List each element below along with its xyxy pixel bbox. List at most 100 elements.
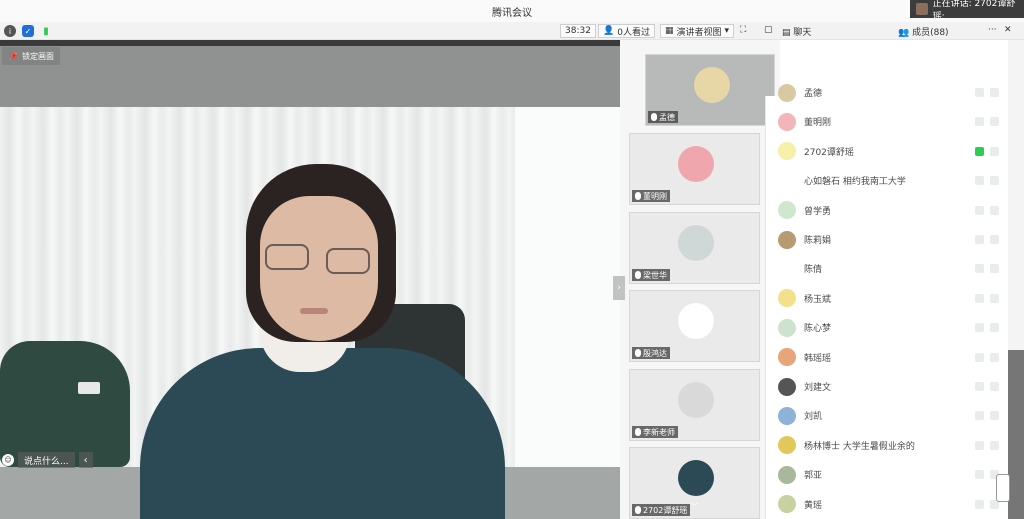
mic-status-icon[interactable] [975,176,984,186]
mic-status-icon[interactable] [975,235,984,244]
mic-status-icon[interactable] [975,293,984,303]
mic-icon [651,113,657,121]
mic-status-icon[interactable] [975,146,984,156]
camera-status-icon[interactable] [990,382,999,391]
grid-icon: ▦ [665,26,674,36]
emoji-icon[interactable]: ☺ [2,454,14,466]
mic-status-icon[interactable] [975,499,984,509]
mic-icon [635,349,641,357]
camera-status-icon[interactable] [990,293,999,303]
view-mode-button[interactable]: ▦ 演讲者视图 ▾ [660,24,735,38]
member-name: 孟德 [804,89,823,99]
mic-status-icon[interactable] [975,88,984,97]
member-row[interactable]: 陈莉娟 [766,225,1011,254]
camera-status-icon[interactable] [990,352,999,362]
member-row[interactable]: 刘建文 [766,372,1011,401]
main-video[interactable] [0,46,640,519]
camera-status-icon[interactable] [990,264,999,274]
member-row[interactable]: 杨林博士 大学生暑假业余的 [766,431,1011,460]
member-row[interactable]: 2702谭舒瑶 [766,137,1011,166]
camera-status-icon[interactable] [990,146,999,156]
side-toggle-button[interactable] [996,474,1010,502]
participant-name: 殷鸿达 [643,348,667,358]
mic-status-icon[interactable] [975,323,984,333]
member-name: 黄瑶 [804,500,823,511]
member-row[interactable]: 杨玉斌 [766,284,1011,313]
member-name: 刘凯 [804,412,823,423]
camera-status-icon[interactable] [990,205,999,215]
mic-status-icon[interactable] [975,411,984,421]
participant-name-tag: 殷鸿达 [632,347,670,359]
camera-status-icon[interactable] [990,117,999,127]
member-row[interactable]: 陈心梦 [766,313,1011,342]
participant-thumbnail[interactable]: 董明刚 [629,133,760,205]
member-row[interactable]: 刘凯 [766,401,1011,430]
pin-view-button[interactable]: 📌 锁定画面 [2,47,60,65]
member-row[interactable]: 心如磐石 相约我南工大学 [766,166,1011,195]
participant-avatar [678,225,714,261]
glasses-left [265,244,309,270]
view-mode-label: 演讲者视图 [676,27,722,38]
participant-thumbnail[interactable]: 殷鸿达 [629,290,760,362]
participant-name: 李新老师 [643,427,675,437]
mic-status-icon[interactable] [975,264,984,274]
camera-status-icon[interactable] [990,323,999,333]
speaker-torso [140,348,505,519]
participant-name: 孟德 [659,112,675,122]
member-name: 韩瑶瑶 [804,353,832,364]
camera-status-icon[interactable] [990,176,999,186]
mic-status-icon[interactable] [975,117,984,127]
mic-status-icon[interactable] [975,382,984,391]
participant-thumbnail[interactable]: 李新老师 [629,369,760,441]
member-avatar [778,377,796,396]
member-status-icons [975,382,999,391]
window-icon[interactable]: ▢ [764,25,773,35]
participant-name-tag: 梁世华 [632,269,670,281]
collapse-handle[interactable]: › [613,276,625,300]
viewers-button[interactable]: 👤 0人看过 [598,24,655,38]
participant-thumbnail[interactable]: 孟德 [645,54,775,126]
participant-name: 董明刚 [643,191,667,201]
camera-status-icon[interactable] [990,440,999,450]
members-tab[interactable]: 👥 成员(88) [898,25,949,38]
participant-thumbnail[interactable]: 梁世华 [629,212,760,284]
chevron-left-icon[interactable]: ‹ [78,452,93,468]
mic-status-icon[interactable] [975,352,984,362]
member-name: 郭亚 [804,471,823,482]
chat-input-bar[interactable]: ☺ 说点什么... ‹ [0,452,93,468]
member-row[interactable]: 陈倩 [766,254,1011,283]
viewer-count: 0人看过 [617,27,650,38]
shield-icon[interactable]: ✓ [22,25,34,37]
member-row[interactable]: 黄瑶 [766,490,1011,519]
mic-status-icon[interactable] [975,205,984,215]
chat-input[interactable]: 说点什么... [18,452,75,468]
member-name: 刘建文 [804,383,832,393]
mic-status-icon[interactable] [975,440,984,450]
chat-button[interactable]: ▤ 聊天 [782,25,811,38]
chevron-down-icon[interactable]: ﹀ [690,500,699,513]
camera-status-icon[interactable] [990,235,999,244]
member-avatar [778,201,796,220]
mic-status-icon[interactable] [975,470,984,480]
member-row[interactable]: 郭亚 [766,460,1011,489]
info-icon[interactable]: i [4,25,16,37]
speaker-avatar [916,3,928,15]
title-bar: 腾讯会议 正在讲话: 2702谭舒瑶; [0,0,1024,22]
participant-name-tag: 董明刚 [632,190,670,202]
camera-status-icon[interactable] [990,88,999,97]
member-row[interactable]: 孟德 [766,78,1011,107]
fullscreen-icon[interactable]: ⛶ [740,25,746,35]
member-row[interactable]: 韩瑶瑶 [766,343,1011,372]
more-button[interactable]: ··· [988,25,997,35]
participant-name-tag: 2702谭舒瑶 [632,504,691,516]
participant-name: 2702谭舒瑶 [643,505,688,515]
meeting-timer: 38:32 [560,24,596,38]
member-row[interactable]: 曾学勇 [766,196,1011,225]
member-avatar [778,289,796,308]
member-name: 陈倩 [804,265,823,276]
close-button[interactable]: ✕ [1004,25,1012,35]
member-status-icons [975,440,999,450]
member-row[interactable]: 董明刚 [766,107,1011,136]
camera-status-icon[interactable] [990,411,999,421]
signal-icon[interactable]: ▮ [40,25,52,37]
